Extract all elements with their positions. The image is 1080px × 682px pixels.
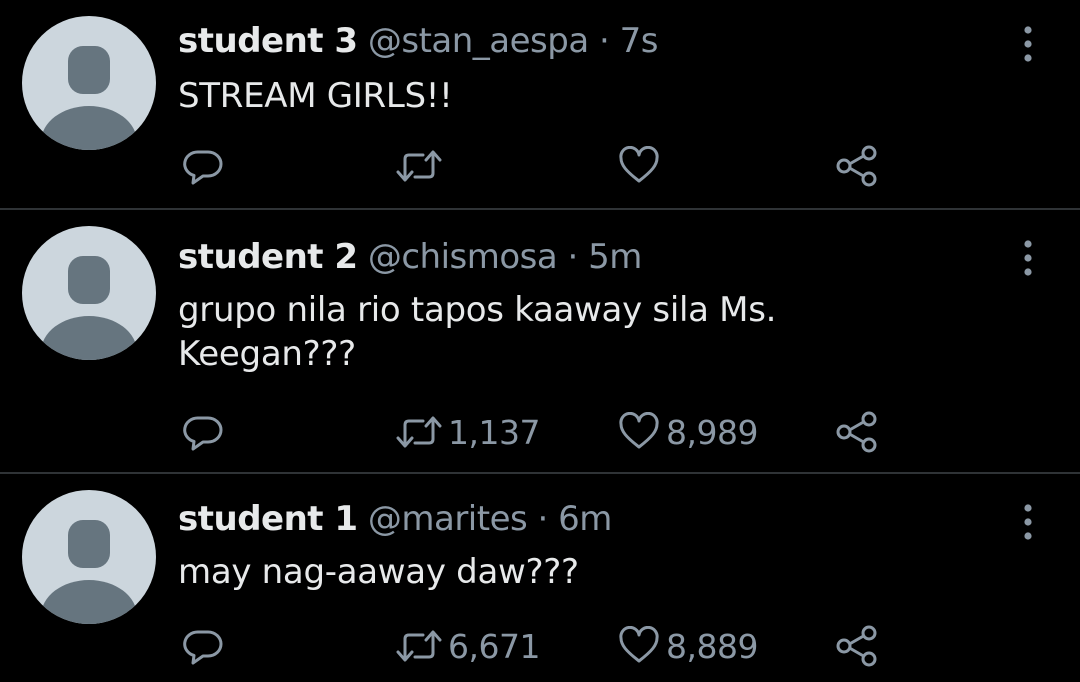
default-avatar-icon xyxy=(41,46,137,150)
retweet-icon xyxy=(396,150,442,182)
share-button[interactable] xyxy=(835,622,879,670)
timestamp[interactable]: 6m xyxy=(558,499,612,539)
display-name[interactable]: student 2 xyxy=(178,237,358,277)
tweet-actions: 1,137 8,989 xyxy=(0,408,1080,456)
user-handle[interactable]: @stan_aespa xyxy=(368,21,589,61)
separator-dot: · xyxy=(598,21,610,61)
avatar[interactable] xyxy=(22,16,156,150)
share-icon xyxy=(836,411,877,453)
share-button[interactable] xyxy=(835,408,879,456)
user-handle[interactable]: @chismosa xyxy=(368,237,558,277)
reply-button[interactable] xyxy=(182,142,224,190)
more-vertical-icon xyxy=(1024,504,1032,540)
share-button[interactable] xyxy=(835,142,879,190)
tweet-1[interactable]: student 3 @stan_aespa · 7s STREAM GIRLS!… xyxy=(0,0,1080,208)
timestamp[interactable]: 5m xyxy=(588,237,642,277)
tweet-text: grupo nila rio tapos kaaway sila Ms. Kee… xyxy=(178,290,777,374)
more-options-button[interactable] xyxy=(1018,238,1038,278)
retweet-icon xyxy=(396,416,442,448)
retweet-button[interactable] xyxy=(396,142,448,190)
retweet-button[interactable]: 6,671 xyxy=(396,622,540,670)
tweet-header: student 3 @stan_aespa · 7s xyxy=(178,20,658,62)
tweet-3[interactable]: student 1 @marites · 6m may nag-aaway da… xyxy=(0,474,1080,682)
separator-dot: · xyxy=(537,499,549,539)
tweet-2[interactable]: student 2 @chismosa · 5m grupo nila rio … xyxy=(0,210,1080,472)
display-name[interactable]: student 3 xyxy=(178,21,358,61)
display-name[interactable]: student 1 xyxy=(178,499,358,539)
like-button[interactable] xyxy=(618,142,666,190)
reply-icon xyxy=(183,150,223,185)
timestamp[interactable]: 7s xyxy=(620,21,659,61)
share-icon xyxy=(836,625,877,667)
like-button[interactable]: 8,889 xyxy=(618,622,758,670)
tweet-actions xyxy=(0,142,1080,190)
share-icon xyxy=(836,145,877,187)
avatar[interactable] xyxy=(22,226,156,360)
more-options-button[interactable] xyxy=(1018,24,1038,64)
reply-icon xyxy=(183,416,223,451)
tweet-header: student 2 @chismosa · 5m xyxy=(178,236,642,278)
tweet-header: student 1 @marites · 6m xyxy=(178,498,612,540)
retweet-icon xyxy=(396,630,442,662)
reply-button[interactable] xyxy=(182,622,224,670)
like-count: 8,989 xyxy=(666,412,758,452)
tweet-text: may nag-aaway daw??? xyxy=(178,552,579,592)
default-avatar-icon xyxy=(41,256,137,360)
tweet-text: STREAM GIRLS!! xyxy=(178,76,453,116)
like-count: 8,889 xyxy=(666,626,758,666)
retweet-count: 1,137 xyxy=(448,412,540,452)
avatar[interactable] xyxy=(22,490,156,624)
default-avatar-icon xyxy=(41,520,137,624)
user-handle[interactable]: @marites xyxy=(368,499,528,539)
like-icon xyxy=(619,146,659,183)
reply-button[interactable] xyxy=(182,408,224,456)
tweet-actions: 6,671 8,889 xyxy=(0,622,1080,670)
like-icon xyxy=(619,626,659,663)
retweet-count: 6,671 xyxy=(448,626,540,666)
more-vertical-icon xyxy=(1024,26,1032,62)
like-button[interactable]: 8,989 xyxy=(618,408,758,456)
reply-icon xyxy=(183,630,223,665)
more-options-button[interactable] xyxy=(1018,502,1038,542)
like-icon xyxy=(619,412,659,449)
retweet-button[interactable]: 1,137 xyxy=(396,408,540,456)
more-vertical-icon xyxy=(1024,240,1032,276)
separator-dot: · xyxy=(567,237,579,277)
